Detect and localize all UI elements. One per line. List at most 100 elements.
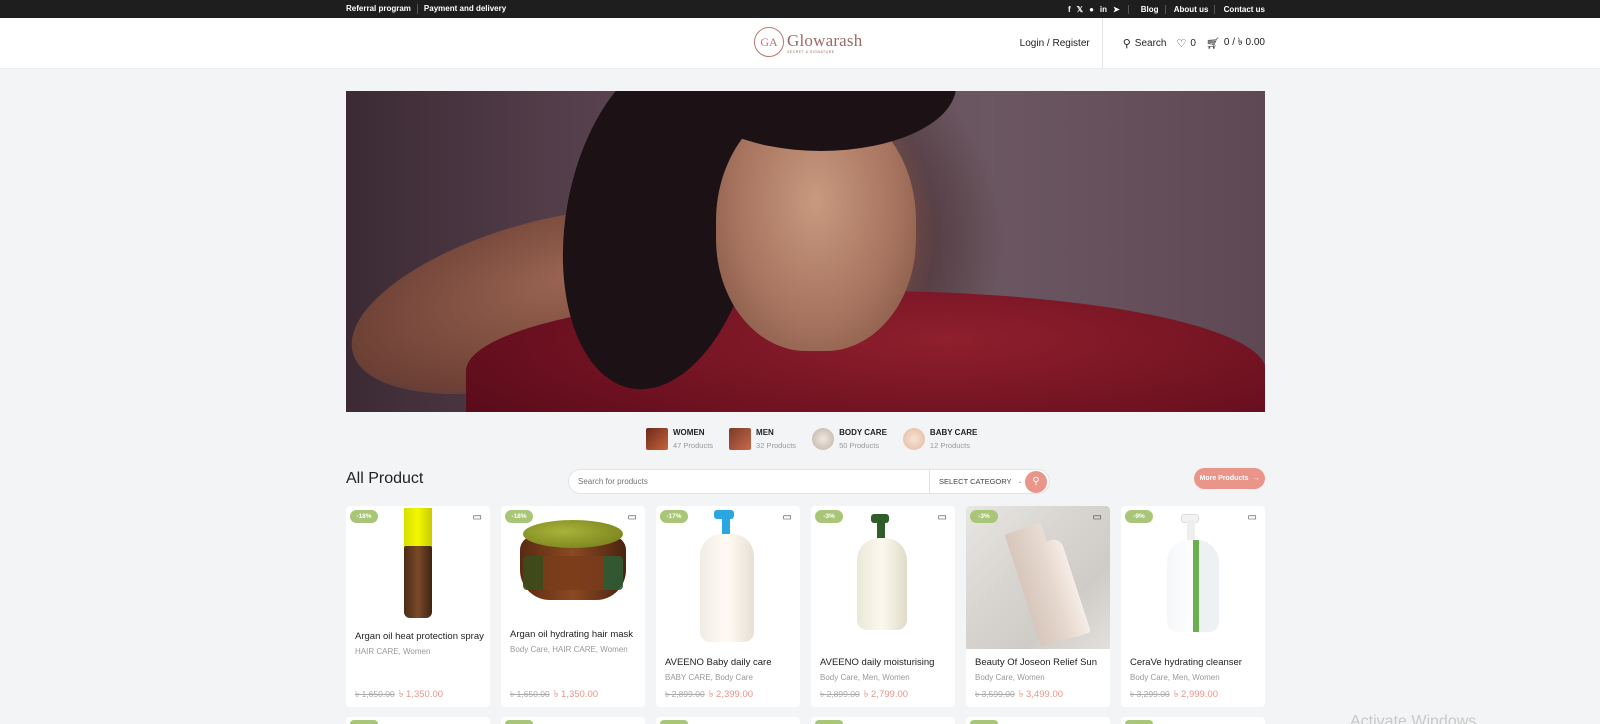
product-search-bar: SELECT CATEGORY ⌄ ⚲: [568, 469, 1050, 494]
pinterest-icon[interactable]: ●: [1089, 5, 1094, 14]
discount-badge: -3%: [970, 510, 998, 523]
compare-icon[interactable]: ▭: [783, 512, 792, 523]
logo-name: Glowarash: [787, 30, 863, 50]
search-label: Search: [1134, 38, 1167, 49]
category-count: 32 Products: [756, 441, 797, 450]
contact-us-link[interactable]: Contact us: [1218, 5, 1265, 14]
cart-button[interactable]: 🛒︎ 0 / ৳ 0.00: [1206, 35, 1265, 52]
more-products-button[interactable]: More Products →: [1194, 468, 1265, 489]
old-price: ৳ 3,599.00: [975, 689, 1015, 699]
category-name: BODY CARE: [839, 428, 887, 437]
about-us-link[interactable]: About us: [1167, 4, 1216, 14]
category-baby-care[interactable]: BABY CARE 12 Products: [902, 428, 977, 450]
product-card[interactable]: [811, 717, 955, 724]
facebook-icon[interactable]: f: [1068, 5, 1071, 14]
category-strip: WOMEN 47 Products MEN 32 Products BODY CAR…: [646, 428, 977, 450]
category-body-care[interactable]: BODY CARE 50 Products: [812, 428, 887, 450]
telegram-icon[interactable]: ➤: [1113, 5, 1120, 14]
sale-price: ৳ 2,799.00: [863, 689, 909, 700]
login-register-link[interactable]: Login / Register: [1020, 18, 1103, 69]
discount-badge: -3%: [815, 510, 843, 523]
old-price: ৳ 2,899.00: [665, 689, 705, 699]
product-name[interactable]: Beauty Of Joseon Relief Sun: [975, 657, 1097, 668]
top-bar: Referral program Payment and delivery f …: [0, 0, 1600, 18]
product-name[interactable]: AVEENO daily moisturising: [820, 657, 934, 668]
old-price: ৳ 1,650.00: [355, 689, 395, 699]
cart-icon: 🛒︎: [1205, 38, 1220, 50]
product-card[interactable]: [1121, 717, 1265, 724]
discount-badge: -17%: [660, 510, 688, 523]
sale-price: ৳ 2,999.00: [1173, 689, 1219, 700]
discount-badge: -18%: [350, 510, 378, 523]
linkedin-icon[interactable]: in: [1100, 5, 1107, 14]
sale-price: ৳ 1,350.00: [398, 689, 444, 700]
category-count: 47 Products: [673, 441, 714, 450]
compare-icon[interactable]: ▭: [1248, 512, 1257, 523]
product-image[interactable]: [811, 506, 955, 649]
product-card[interactable]: -3% ▭ Beauty Of Joseon Relief Sun Body C…: [966, 506, 1110, 707]
compare-icon[interactable]: ▭: [628, 512, 637, 523]
compare-icon[interactable]: ▭: [473, 512, 482, 523]
old-price: ৳ 2,899.00: [820, 689, 860, 699]
hero-banner[interactable]: [346, 91, 1265, 412]
topbar-right-links: Blog About us Contact us: [1134, 4, 1265, 14]
product-grid: -18% ▭ Argan oil heat protection spray H…: [346, 506, 1265, 707]
search-icon: ⚲: [1122, 38, 1131, 50]
site-logo[interactable]: GA Glowarash SECRET & SIGNATURE: [754, 27, 862, 57]
search-submit-button[interactable]: ⚲: [1025, 470, 1047, 493]
product-image[interactable]: [1121, 506, 1265, 649]
chevron-down-icon: ⌄: [1017, 479, 1023, 485]
category-thumbnail: [902, 428, 925, 450]
old-price: ৳ 1,650.00: [510, 689, 550, 699]
product-card[interactable]: [501, 717, 645, 724]
referral-program-link[interactable]: Referral program: [346, 4, 418, 14]
compare-icon[interactable]: ▭: [938, 512, 947, 523]
site-header: GA Glowarash SECRET & SIGNATURE Login / …: [0, 18, 1600, 69]
wishlist-count: 0: [1190, 38, 1196, 49]
logo-tagline: SECRET & SIGNATURE: [787, 49, 835, 54]
product-image[interactable]: [966, 506, 1110, 649]
x-icon[interactable]: 𝕏: [1077, 5, 1083, 14]
product-grid-row-2: [346, 717, 1265, 724]
social-links: f 𝕏 ● in ➤: [1068, 4, 1129, 14]
old-price: ৳ 3,299.00: [1130, 689, 1170, 699]
category-count: 12 Products: [929, 441, 970, 450]
sale-price: ৳ 1,350.00: [553, 689, 599, 700]
product-card[interactable]: [966, 717, 1110, 724]
product-categories: Body Care, HAIR CARE, Women: [510, 645, 628, 654]
product-categories: HAIR CARE, Women: [355, 647, 431, 656]
product-card[interactable]: [346, 717, 490, 724]
product-price: ৳ 1,650.00 ৳ 1,350.00: [510, 688, 598, 703]
product-image[interactable]: [501, 506, 645, 649]
category-thumbnail: [646, 428, 668, 450]
product-name[interactable]: AVEENO Baby daily care: [665, 657, 771, 668]
wishlist-button[interactable]: ♡ 0: [1176, 37, 1195, 50]
category-men[interactable]: MEN 32 Products: [729, 428, 796, 450]
product-price: ৳ 2,899.00 ৳ 2,799.00: [820, 688, 908, 703]
product-card[interactable]: [656, 717, 800, 724]
product-categories: Body Care, Men, Women: [1130, 673, 1220, 682]
category-women[interactable]: WOMEN 47 Products: [646, 428, 713, 450]
payment-delivery-link[interactable]: Payment and delivery: [418, 4, 512, 14]
product-card[interactable]: -18% ▭ Argan oil hydrating hair mask Bod…: [501, 506, 645, 707]
search-icon: ⚲: [1032, 476, 1040, 487]
product-card[interactable]: -3% ▭ AVEENO daily moisturising Body Car…: [811, 506, 955, 707]
logo-mark: GA: [754, 27, 784, 57]
product-name[interactable]: CeraVe hydrating cleanser: [1130, 657, 1242, 668]
search-button[interactable]: ⚲ Search: [1123, 37, 1167, 50]
product-card[interactable]: -17% ▭ AVEENO Baby daily care BABY CARE,…: [656, 506, 800, 707]
heart-icon: ♡: [1176, 38, 1187, 50]
category-count: 50 Products: [839, 441, 880, 450]
category-select[interactable]: SELECT CATEGORY ⌄: [929, 470, 1023, 493]
category-select-label: SELECT CATEGORY: [939, 477, 1012, 486]
product-image[interactable]: [656, 506, 800, 649]
product-card[interactable]: -18% ▭ Argan oil heat protection spray H…: [346, 506, 490, 707]
blog-link[interactable]: Blog: [1134, 4, 1166, 14]
compare-icon[interactable]: ▭: [1093, 512, 1102, 523]
product-image[interactable]: [346, 506, 490, 649]
product-search-input[interactable]: [569, 470, 929, 493]
header-actions: Login / Register ⚲ Search ♡ 0 🛒︎ 0 / ৳ 0…: [1020, 18, 1265, 69]
product-name[interactable]: Argan oil hydrating hair mask: [510, 629, 633, 640]
product-card[interactable]: -9% ▭ CeraVe hydrating cleanser Body Car…: [1121, 506, 1265, 707]
product-name[interactable]: Argan oil heat protection spray: [355, 631, 484, 642]
